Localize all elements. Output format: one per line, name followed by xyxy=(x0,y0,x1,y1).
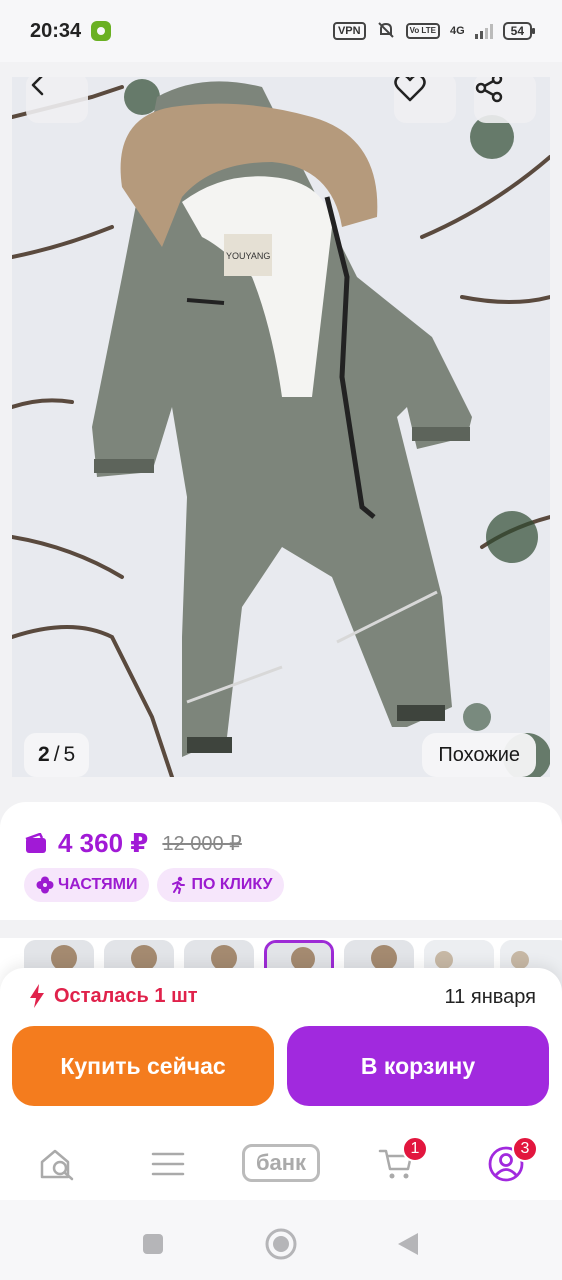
home-search-icon xyxy=(40,1149,74,1181)
photo-counter: 2 / 5 xyxy=(24,733,90,777)
status-icons: VPN Vo LTE 4G 54 xyxy=(332,20,536,43)
tab-home-search[interactable] xyxy=(36,1144,80,1184)
similar-button[interactable]: Похожие xyxy=(422,733,536,777)
add-to-cart-button[interactable]: В корзину xyxy=(287,1026,549,1106)
tab-cart[interactable]: 1 xyxy=(374,1136,428,1184)
stock-text: Осталась 1 шт xyxy=(54,984,198,1007)
heart-icon xyxy=(394,77,426,102)
purchase-panel: Осталась 1 шт 11 января Купить сейчас В … xyxy=(0,968,562,1130)
wallet-icon xyxy=(25,832,46,853)
photo-separator: / xyxy=(53,743,60,766)
photo-brand-tag: YOUYANG xyxy=(226,251,270,261)
volte-icon: Vo LTE xyxy=(405,23,440,39)
running-person-icon xyxy=(172,876,186,894)
installments-chip[interactable]: ЧАСТЯМИ xyxy=(24,868,150,902)
system-nav-bar xyxy=(0,1200,562,1280)
recent-apps-icon[interactable] xyxy=(143,1234,163,1254)
tab-bank[interactable]: банк xyxy=(242,1144,320,1182)
price-row: 4 360 ₽ 12 000 ₽ xyxy=(24,828,242,859)
network-type: 4G xyxy=(449,25,465,37)
current-price: 4 360 ₽ xyxy=(58,828,149,858)
buy-now-button[interactable]: Купить сейчас xyxy=(12,1026,274,1106)
favorite-button[interactable] xyxy=(394,77,456,123)
profile-badge: 3 xyxy=(512,1136,538,1162)
one-click-chip[interactable]: ПО КЛИКУ xyxy=(157,868,285,902)
menu-icon xyxy=(151,1152,185,1176)
tab-catalog[interactable] xyxy=(146,1144,190,1184)
status-bar: 20:34 VPN Vo LTE 4G 54 xyxy=(0,0,562,62)
lightning-icon xyxy=(30,984,44,1008)
photo-total: 5 xyxy=(63,743,76,766)
back-triangle-icon[interactable] xyxy=(398,1233,418,1255)
product-photo[interactable]: YOUYANG 2 / 5 Похожие xyxy=(12,77,550,777)
tab-bar: банк 1 3 xyxy=(0,1130,562,1200)
battery-icon: 54 xyxy=(502,22,536,40)
old-price: 12 000 ₽ xyxy=(162,833,242,855)
tab-profile[interactable]: 3 xyxy=(484,1136,538,1184)
back-button[interactable] xyxy=(26,77,88,123)
cart-badge: 1 xyxy=(402,1136,428,1162)
share-button[interactable] xyxy=(474,77,536,123)
status-time: 20:34 xyxy=(30,19,82,42)
home-circle-icon[interactable] xyxy=(265,1228,297,1260)
app-notification-icon xyxy=(91,21,112,41)
installments-chip-label: ЧАСТЯМИ xyxy=(58,876,138,893)
snowsuit-image: YOUYANG xyxy=(12,77,550,777)
share-icon xyxy=(475,77,503,103)
photo-current: 2 xyxy=(38,743,50,766)
chevron-left-icon xyxy=(31,77,44,96)
payment-chips: ЧАСТЯМИ ПО КЛИКУ xyxy=(24,868,285,902)
delivery-date: 11 января xyxy=(444,986,536,1008)
price-section: 4 360 ₽ 12 000 ₽ ЧАСТЯМИ ПО КЛИКУ xyxy=(0,802,562,920)
stock-info: Осталась 1 шт xyxy=(28,984,198,1008)
signal-icon xyxy=(474,23,493,39)
vpn-icon: VPN xyxy=(332,22,366,40)
one-click-chip-label: ПО КЛИКУ xyxy=(191,876,273,893)
mute-bell-icon xyxy=(376,20,396,43)
clover-icon xyxy=(36,876,54,894)
